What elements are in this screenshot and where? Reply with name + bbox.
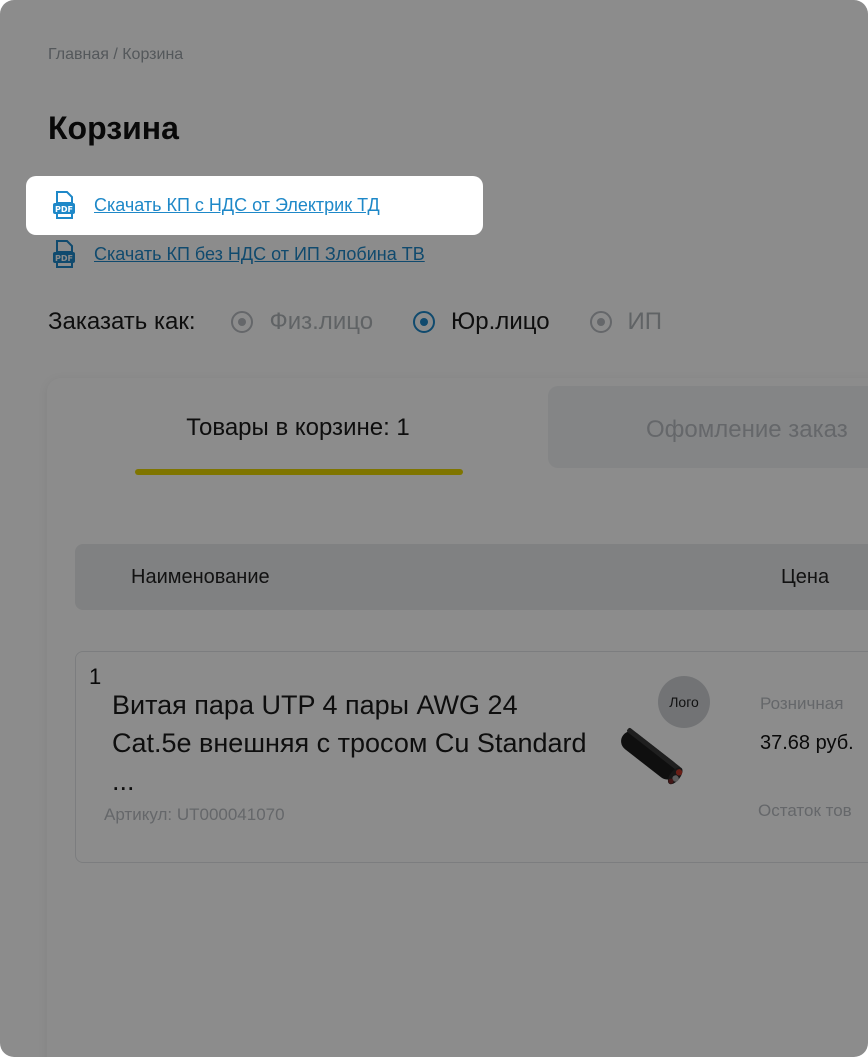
cart-page: Главная / Корзина Корзина PDF Скачать КП… xyxy=(0,0,868,1057)
spotlight-highlight: PDF Скачать КП с НДС от Электрик ТД xyxy=(26,176,483,235)
download-kp-with-vat-link[interactable]: PDF Скачать КП с НДС от Электрик ТД xyxy=(48,189,380,221)
pdf-file-icon: PDF xyxy=(53,191,75,219)
tutorial-dim-overlay xyxy=(0,0,868,1057)
download-kp-with-vat-label[interactable]: Скачать КП с НДС от Электрик ТД xyxy=(94,195,380,216)
svg-text:PDF: PDF xyxy=(55,205,73,214)
